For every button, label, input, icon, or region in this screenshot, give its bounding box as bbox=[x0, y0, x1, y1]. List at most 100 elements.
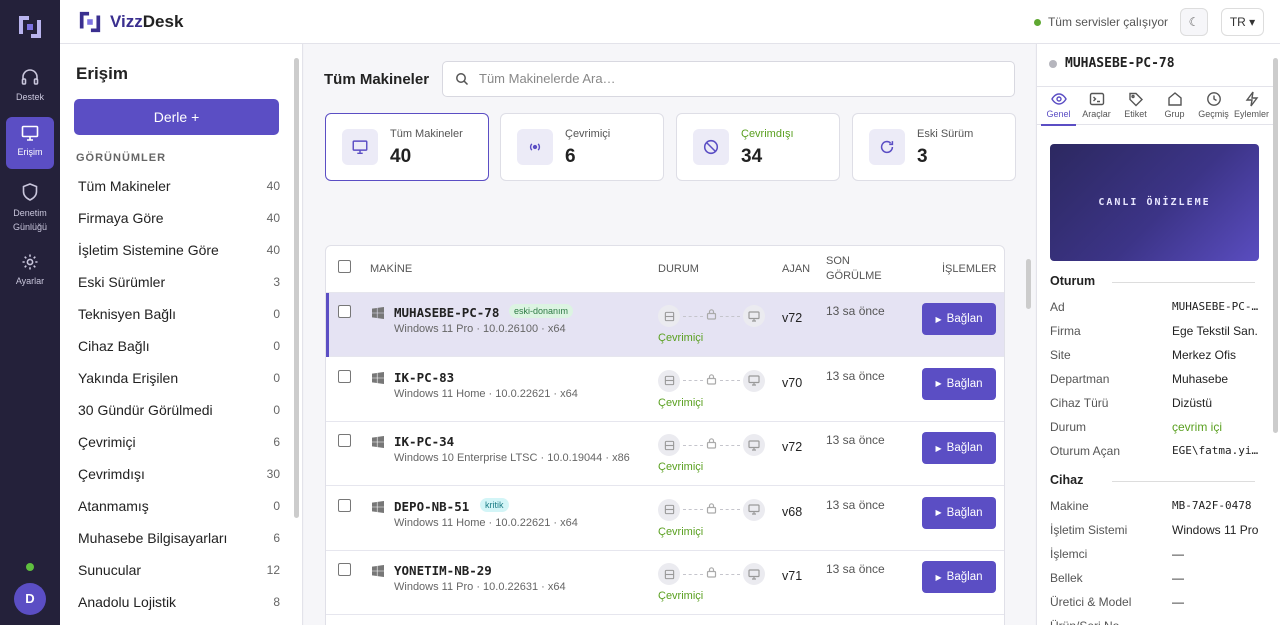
theme-toggle-button[interactable]: ☾ bbox=[1180, 8, 1208, 36]
info-value: Ege Tekstil San. bbox=[1172, 324, 1258, 338]
view-count: 0 bbox=[273, 339, 280, 353]
row-checkbox[interactable] bbox=[338, 305, 351, 318]
stat-label: Çevrimdışı bbox=[741, 128, 794, 140]
view-item[interactable]: Teknisyen Bağlı 0 bbox=[66, 298, 290, 330]
view-label: Muhasebe Bilgisayarları bbox=[78, 530, 228, 546]
monitor-icon bbox=[743, 369, 765, 392]
user-avatar[interactable]: D bbox=[14, 583, 46, 615]
view-label: Cihaz Bağlı bbox=[78, 338, 150, 354]
build-button[interactable]: Derle + bbox=[74, 99, 279, 135]
connect-label: Bağlan bbox=[946, 377, 983, 390]
row-checkbox[interactable] bbox=[338, 498, 351, 512]
connect-button[interactable]: ▶ Bağlan bbox=[922, 561, 996, 593]
table-row[interactable]: YONETIM-NB-29 Windows 11 Pro · 10.0.22631… bbox=[326, 551, 1004, 615]
col-agent[interactable]: AJAN bbox=[782, 263, 810, 275]
view-item[interactable]: Firmaya Göre 40 bbox=[66, 202, 290, 234]
tab-grup[interactable]: Grup bbox=[1155, 91, 1194, 119]
tab-araclar[interactable]: Araçlar bbox=[1077, 91, 1116, 119]
view-item[interactable]: 30 Gündür Görülmedi 0 bbox=[66, 394, 290, 426]
stat-value: 3 bbox=[917, 146, 928, 167]
stat-icon-box bbox=[693, 129, 729, 165]
scrollbar[interactable] bbox=[1273, 58, 1278, 433]
rail-ayarlar[interactable]: Ayarlar bbox=[6, 246, 54, 292]
col-last-seen[interactable]: SON bbox=[826, 255, 850, 267]
machine-os: Windows 10 Enterprise LTSC · 10.0.19044 … bbox=[394, 452, 630, 464]
play-icon: ▶ bbox=[935, 572, 942, 582]
agent-version: v68 bbox=[782, 504, 803, 519]
language-select[interactable]: TR ▾ bbox=[1221, 8, 1264, 36]
table-row[interactable]: IK-PC-83 Windows 11 Home · 10.0.22621 · x… bbox=[326, 357, 1004, 422]
view-item[interactable]: Çevrimdışı 30 bbox=[66, 458, 290, 490]
view-item[interactable]: Yakında Erişilen 0 bbox=[66, 362, 290, 394]
tab-eylemler[interactable]: Eylemler bbox=[1232, 91, 1271, 119]
view-item[interactable]: Tüm Makineler 40 bbox=[66, 170, 290, 202]
machine-os: Windows 11 Home · 10.0.22621 · x64 bbox=[394, 516, 578, 529]
stat-label: Eski Sürüm bbox=[917, 128, 974, 140]
connect-label: Bağlan bbox=[946, 442, 983, 454]
rail-erisim[interactable]: Erişim bbox=[6, 117, 54, 169]
info-row: Ad MUHASEBE-PC-78 bbox=[1050, 300, 1260, 318]
device-heading: Cihaz bbox=[1050, 473, 1255, 487]
last-seen: 13 sa önce bbox=[826, 562, 885, 576]
info-key: Makine bbox=[1050, 499, 1089, 513]
connect-button[interactable]: ▶ Bağlan bbox=[922, 367, 996, 400]
machine-name[interactable]: MUHASEBE-PC-78 bbox=[394, 305, 499, 320]
agent-version: v70 bbox=[782, 375, 803, 390]
stat-card-offline[interactable]: Çevrimdışı 34 bbox=[676, 113, 840, 181]
tab-gecmis[interactable]: Geçmiş bbox=[1194, 91, 1233, 119]
rail-label: Destek bbox=[15, 92, 44, 102]
windows-icon bbox=[372, 307, 384, 319]
table-row[interactable]: IK-PC-34 Windows 10 Enterprise LTSC · 10.… bbox=[326, 422, 1004, 486]
machine-name[interactable]: YONETIM-NB-29 bbox=[394, 563, 492, 578]
search-placeholder: Tüm Makinelerde Ara… bbox=[479, 71, 616, 86]
search-input[interactable]: Tüm Makinelerde Ara… bbox=[442, 61, 1015, 97]
col-status[interactable]: DURUM bbox=[658, 263, 699, 275]
view-item[interactable]: Anadolu Lojistik 8 bbox=[66, 586, 290, 618]
connection-path bbox=[658, 369, 765, 392]
view-item[interactable]: İşletim Sistemine Göre 40 bbox=[66, 234, 290, 266]
monitor-icon bbox=[743, 434, 765, 456]
view-count: 0 bbox=[273, 499, 280, 513]
connect-button[interactable]: ▶ Bağlan bbox=[922, 303, 996, 335]
view-item[interactable]: Sunucular 12 bbox=[66, 554, 290, 586]
table-row[interactable]: DEPO-NB-51 kritik Windows 11 Home · 10.0.2… bbox=[326, 486, 1004, 551]
info-row: Cihaz Türü Dizüstü bbox=[1050, 396, 1260, 414]
tab-etiket[interactable]: Etiket bbox=[1116, 91, 1155, 119]
view-item[interactable]: Cihaz Bağlı 0 bbox=[66, 330, 290, 362]
machine-name[interactable]: IK-PC-83 bbox=[394, 370, 454, 385]
agent-version: v72 bbox=[782, 311, 803, 325]
scrollbar[interactable] bbox=[294, 58, 299, 518]
view-count: 40 bbox=[266, 211, 280, 225]
machine-name[interactable]: DEPO-NB-51 bbox=[394, 499, 469, 514]
select-all-checkbox[interactable] bbox=[338, 260, 351, 273]
table-row[interactable]: MUHASEBE-PC-78 eski-donanım Windows 11 Pro… bbox=[326, 293, 1004, 357]
live-preview[interactable]: CANLI ÖNİZLEME bbox=[1050, 144, 1259, 261]
connect-button[interactable]: ▶ Bağlan bbox=[922, 432, 996, 464]
rail-denetim-gunlugu[interactable]: Denetim Günlüğü bbox=[6, 176, 54, 234]
server-icon bbox=[658, 498, 680, 521]
tab-genel[interactable]: Genel bbox=[1039, 91, 1078, 126]
machine-os: Windows 11 Pro · 10.0.26100 · x64 bbox=[394, 323, 566, 335]
stat-card-all[interactable]: Tüm Makineler 40 bbox=[325, 113, 489, 181]
view-item[interactable]: Çevrimiçi 6 bbox=[66, 426, 290, 458]
brand[interactable]: VizzDesk bbox=[78, 10, 183, 34]
row-checkbox[interactable] bbox=[338, 434, 351, 447]
lock-icon bbox=[706, 307, 717, 325]
stat-card-old-version[interactable]: Eski Sürüm 3 bbox=[852, 113, 1016, 181]
col-machine[interactable]: MAKİNE bbox=[370, 263, 412, 275]
tag-icon bbox=[1128, 92, 1143, 107]
row-checkbox[interactable] bbox=[338, 369, 351, 383]
rail-destek[interactable]: Destek bbox=[6, 62, 54, 108]
connect-button[interactable]: ▶ Bağlan bbox=[922, 496, 996, 529]
monitor-icon bbox=[743, 498, 765, 521]
scrollbar[interactable] bbox=[1026, 259, 1031, 309]
tab-label: Araçlar bbox=[1082, 109, 1111, 119]
headset-icon bbox=[21, 69, 39, 85]
row-checkbox[interactable] bbox=[338, 563, 351, 576]
stat-card-online[interactable]: Çevrimiçi 6 bbox=[500, 113, 664, 181]
view-item[interactable]: Atanmamış 0 bbox=[66, 490, 290, 522]
machine-name[interactable]: IK-PC-34 bbox=[394, 434, 454, 449]
shield-icon bbox=[22, 183, 38, 201]
view-item[interactable]: Eski Sürümler 3 bbox=[66, 266, 290, 298]
view-item[interactable]: Muhasebe Bilgisayarları 6 bbox=[66, 522, 290, 554]
